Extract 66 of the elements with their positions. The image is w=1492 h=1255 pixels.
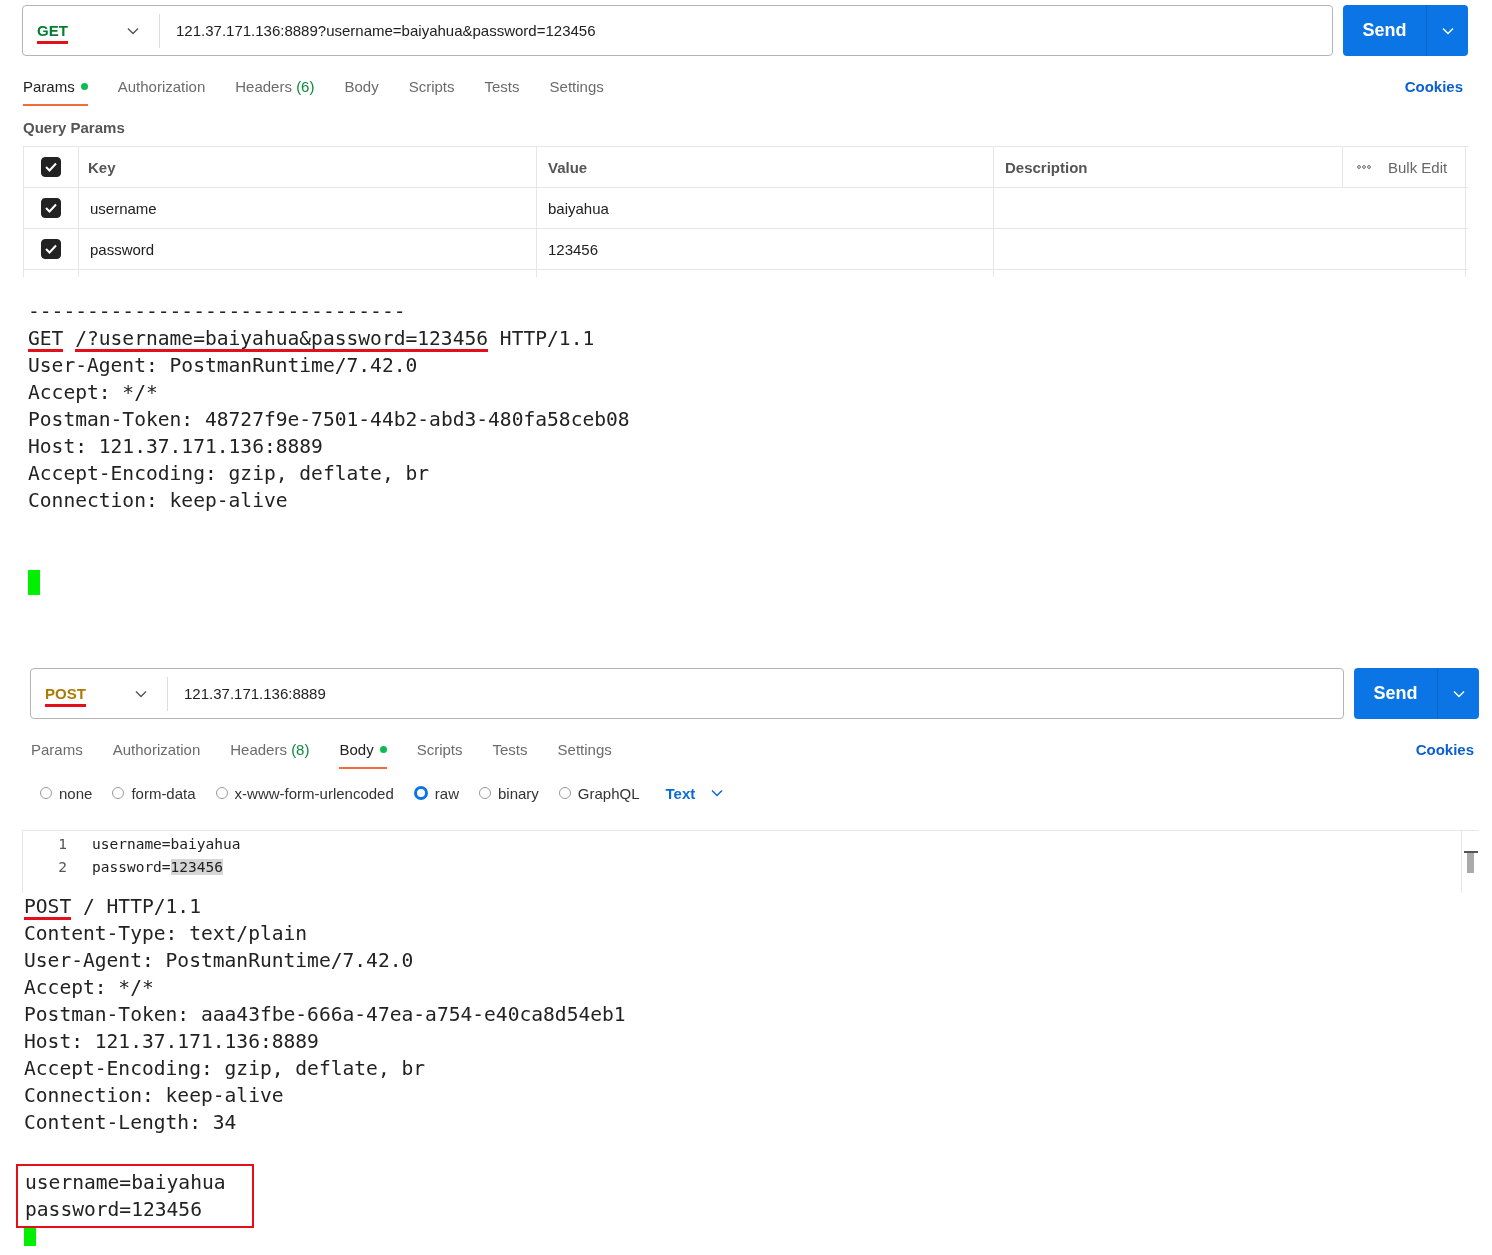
terminal-line: Accept: */* bbox=[28, 380, 159, 406]
radio-option[interactable]: GraphQL bbox=[558, 784, 640, 802]
terminal-line: Connection: keep-alive bbox=[28, 488, 289, 514]
terminal-line: Accept-Encoding: gzip, deflate, br bbox=[24, 1056, 427, 1082]
tab[interactable]: Authorization bbox=[112, 741, 201, 769]
terminal-line: Content-Type: text/plain bbox=[24, 921, 309, 947]
terminal-line: Connection: keep-alive bbox=[24, 1083, 285, 1109]
terminal-line: username=baiyahua bbox=[25, 1170, 226, 1196]
terminal-line: Host: 121.37.171.136:8889 bbox=[24, 1029, 320, 1055]
method-dropdown[interactable]: GET bbox=[23, 13, 160, 48]
column-header: Key bbox=[88, 158, 116, 176]
url-text: 121.37.171.136:8889?username=baiyahua&password=123456 bbox=[175, 22, 596, 39]
tab[interactable]: Headers (6) bbox=[235, 78, 315, 106]
cookies-link[interactable]: Cookies bbox=[1404, 78, 1463, 106]
tab[interactable]: Authorization bbox=[117, 78, 206, 106]
cookies-link[interactable]: Cookies bbox=[1415, 741, 1474, 769]
terminal-line: User-Agent: PostmanRuntime/7.42.0 bbox=[24, 948, 415, 974]
method-label: GET bbox=[37, 17, 68, 44]
column-header: Value bbox=[548, 158, 588, 176]
method-label: POST bbox=[45, 680, 86, 707]
line-number: 1 bbox=[57, 835, 67, 852]
terminal-line: POST / HTTP/1.1 bbox=[24, 893, 202, 920]
radio-option[interactable]: binary bbox=[478, 784, 539, 802]
terminal-line: Postman-Token: 48727f9e-7501-44b2-abd3-480fa58ceb08 bbox=[28, 407, 631, 433]
terminal-line: Accept-Encoding: gzip, deflate, br bbox=[28, 461, 431, 487]
terminal-line: GET /?username=baiyahua&password=123456 HTTP/1.1 bbox=[28, 325, 596, 352]
tab[interactable]: Body bbox=[344, 78, 379, 106]
tab[interactable]: Tests bbox=[492, 741, 528, 769]
terminal-line: password=123456 bbox=[25, 1197, 203, 1223]
column-header: Description bbox=[1005, 158, 1088, 176]
tab[interactable]: Tests bbox=[484, 78, 520, 106]
table-cell: 123456 bbox=[548, 240, 599, 258]
terminal-line: Content-Length: 34 bbox=[24, 1110, 238, 1136]
radio-option[interactable]: raw bbox=[413, 784, 459, 802]
radio-option[interactable]: x-www-form-urlencoded bbox=[215, 784, 394, 802]
radio-option[interactable]: none bbox=[40, 784, 93, 802]
table-cell: username bbox=[90, 199, 157, 217]
tab[interactable]: Params bbox=[31, 741, 83, 769]
tab[interactable]: Scripts bbox=[408, 78, 455, 106]
tab[interactable]: Params bbox=[23, 78, 88, 106]
table-cell: baiyahua bbox=[548, 199, 609, 217]
tab[interactable]: Headers (8) bbox=[230, 741, 310, 769]
terminal-line: Accept: */* bbox=[24, 975, 155, 1001]
tab[interactable]: Scripts bbox=[416, 741, 463, 769]
table-cell: password bbox=[90, 240, 155, 258]
send-button[interactable]: Send bbox=[1354, 668, 1438, 719]
tab[interactable]: Body bbox=[339, 741, 387, 769]
terminal-line: User-Agent: PostmanRuntime/7.42.0 bbox=[28, 353, 419, 379]
code-line: password=123456 bbox=[92, 858, 223, 875]
tab[interactable]: Settings bbox=[557, 741, 612, 769]
send-button[interactable]: Send bbox=[1343, 5, 1427, 56]
section-title: Query Params bbox=[23, 119, 126, 136]
tab[interactable]: Settings bbox=[549, 78, 604, 106]
code-line: username=baiyahua bbox=[92, 835, 241, 852]
code-editor[interactable]: 1 username=baiyahua 2 password=123456 bbox=[22, 830, 1479, 893]
radio-option[interactable]: form-data bbox=[112, 784, 196, 802]
url-field[interactable]: POST 121.37.171.136:8889 bbox=[30, 668, 1344, 719]
bulk-edit-link[interactable]: Bulk Edit bbox=[1388, 158, 1448, 176]
url-field[interactable]: GET 121.37.171.136:8889?username=baiyahua&password=123456 bbox=[22, 5, 1333, 56]
url-text: 121.37.171.136:8889 bbox=[183, 685, 326, 702]
terminal-line: -------------------------------- bbox=[28, 299, 407, 325]
terminal-line: Postman-Token: aaa43fbe-666a-47ea-a754-e40ca8d54eb1 bbox=[24, 1002, 627, 1028]
method-dropdown[interactable]: POST bbox=[31, 676, 168, 711]
format-dropdown[interactable]: Text bbox=[659, 783, 730, 803]
line-number: 2 bbox=[57, 858, 67, 875]
terminal-line: Host: 121.37.171.136:8889 bbox=[28, 434, 324, 460]
